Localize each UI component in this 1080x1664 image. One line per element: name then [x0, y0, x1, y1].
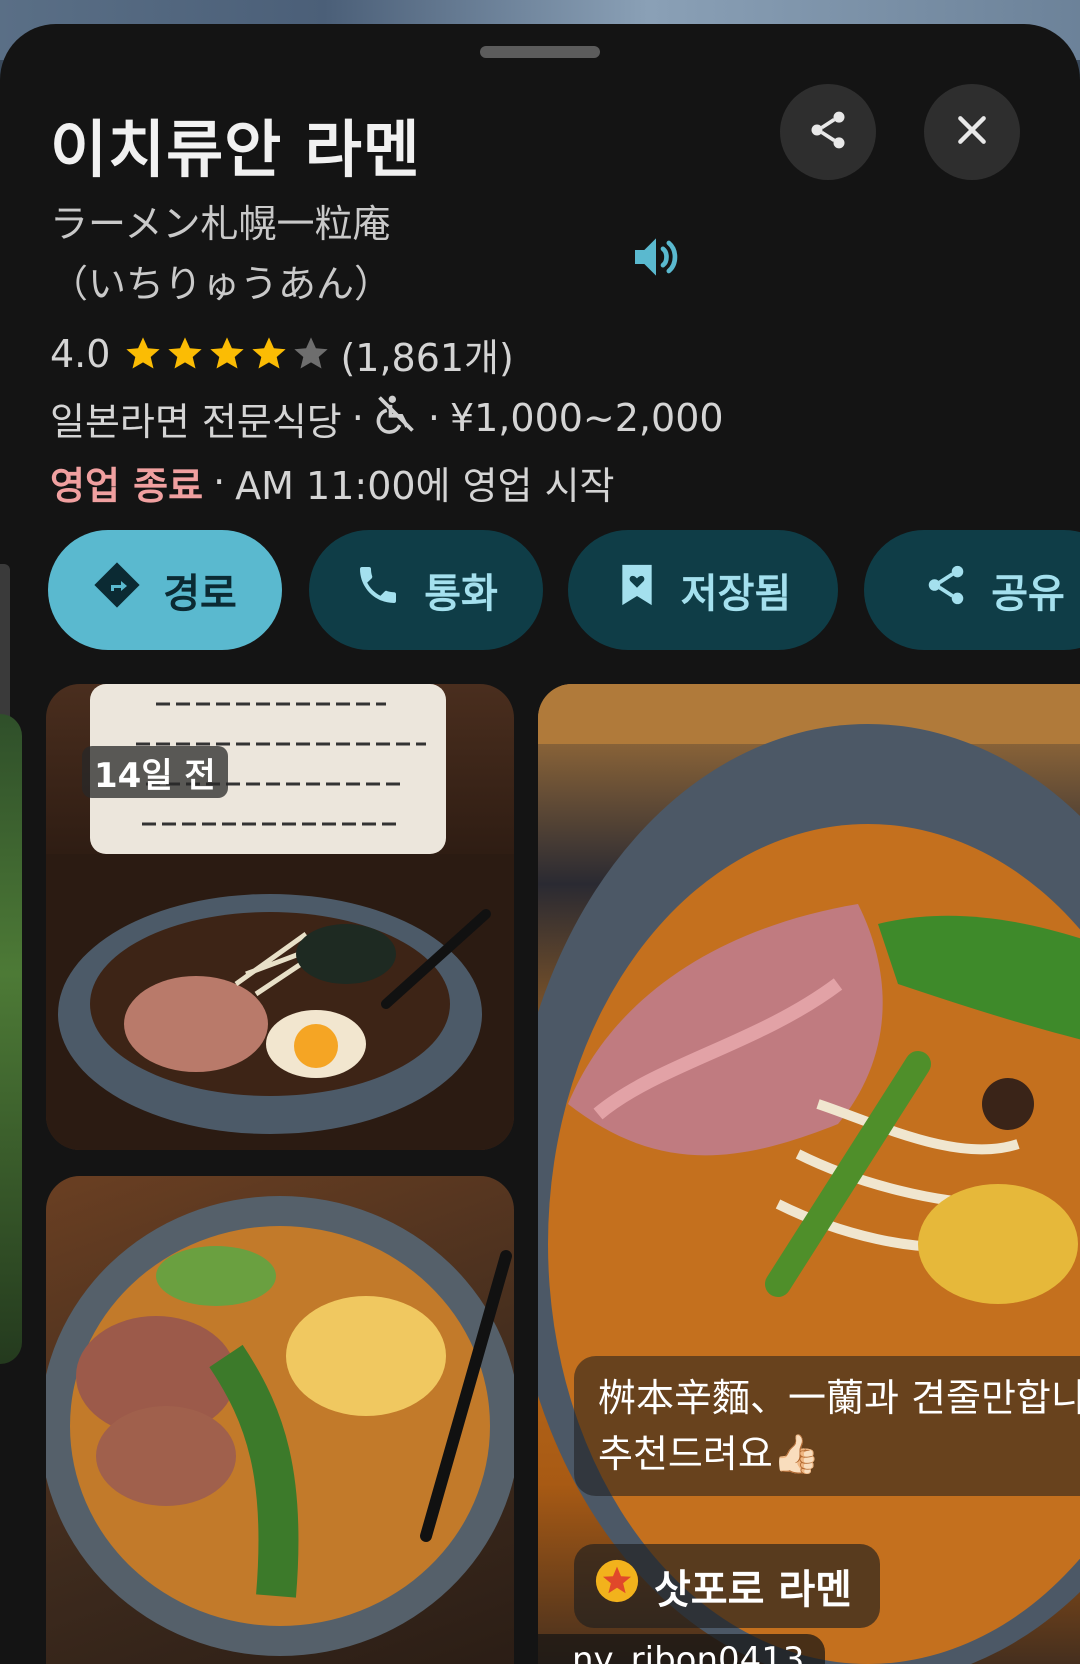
bookmark-heart-icon: [615, 561, 659, 619]
category-label: 일본라면 전문식당: [50, 399, 342, 444]
star-filled-icon: [210, 337, 245, 369]
share-icon: [923, 562, 969, 618]
dish-tag[interactable]: 삿포로 라멘: [574, 1544, 880, 1628]
share-button[interactable]: [780, 84, 876, 180]
dish-tag-label: 삿포로 라멘: [654, 1567, 852, 1613]
caption-line2: 추천드려요👍🏻: [598, 1432, 821, 1476]
action-chips: 경로 통화 저장됨 공유: [0, 530, 1080, 650]
review-caption: 桝本辛麵、一蘭과 견줄만합니 추천드려요👍🏻: [574, 1356, 1080, 1496]
sheet-drag-handle[interactable]: [480, 46, 600, 58]
star-badge-icon: [594, 1558, 640, 1614]
star-empty-icon: [294, 337, 329, 369]
ramen-photo-image: [46, 1196, 514, 1656]
share-icon: [806, 108, 850, 156]
close-icon: [952, 110, 992, 154]
photo-featured[interactable]: 桝本辛麵、一蘭과 견줄만합니 추천드려요👍🏻 삿포로 라멘 ny_ribon04…: [538, 684, 1080, 1664]
call-label: 통화: [424, 571, 498, 617]
rating-stars: [122, 333, 332, 375]
directions-label: 경로: [163, 571, 237, 617]
saved-label: 저장됨: [680, 571, 792, 617]
close-button[interactable]: [924, 84, 1020, 180]
ramen-photo-image: [538, 684, 1080, 1664]
status-detail: AM 11:00에 영업 시작: [235, 463, 615, 508]
separator: ·: [427, 396, 440, 440]
share-label: 공유: [991, 571, 1065, 617]
caption-line1: 桝本辛麵、一蘭과 견줄만합니: [598, 1376, 1080, 1420]
no-wheelchair-icon: [374, 392, 418, 445]
separator: ·: [351, 396, 364, 440]
place-title: 이치류안 라멘: [50, 113, 421, 186]
phone-icon: [354, 561, 402, 619]
directions-button[interactable]: 경로: [48, 530, 282, 650]
star-filled-icon: [126, 337, 161, 369]
photo-thumbnail[interactable]: [46, 1176, 514, 1664]
photo-thumbnail[interactable]: 14일 전: [46, 684, 514, 1150]
photo-thumbnail[interactable]: [0, 714, 22, 1364]
pronounce-speaker-button[interactable]: [628, 229, 684, 289]
rating-row[interactable]: 4.0 (1,861개): [50, 324, 514, 384]
hours-row[interactable]: 영업 종료 · AM 11:00에 영업 시작: [50, 450, 615, 514]
speaker-icon: [628, 238, 684, 289]
photo-author[interactable]: ny_ribon0413: [538, 1634, 825, 1664]
review-count: (1,861개): [340, 335, 514, 380]
call-button[interactable]: 통화: [309, 530, 543, 650]
place-local-name-line2: （いちりゅうあん）: [50, 262, 393, 306]
status-closed: 영업 종료: [50, 463, 204, 508]
photo-age-badge: 14일 전: [82, 746, 228, 798]
place-bottom-sheet[interactable]: 이치류안 라멘 ラーメン札幌一粒庵 （いちりゅうあん） 4.0 (1,861개)…: [0, 24, 1080, 1664]
category-row: 일본라면 전문식당 · · ¥1,000~2,000: [50, 386, 724, 450]
place-local-name-line1: ラーメン札幌一粒庵: [50, 202, 391, 246]
rating-value: 4.0: [50, 332, 111, 376]
saved-button[interactable]: 저장됨: [568, 530, 838, 650]
price-range: ¥1,000~2,000: [449, 396, 724, 440]
separator: ·: [213, 460, 226, 504]
share-action-button[interactable]: 공유: [864, 530, 1080, 650]
directions-icon: [93, 561, 141, 619]
star-filled-icon: [252, 337, 287, 369]
star-filled-icon: [168, 337, 203, 369]
